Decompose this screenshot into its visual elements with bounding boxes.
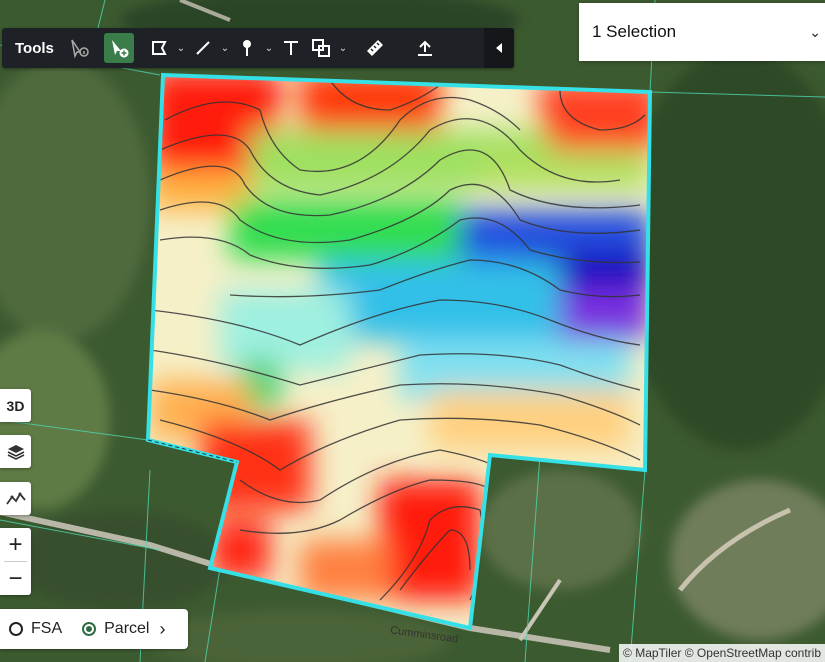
parcel-radio[interactable]: [82, 622, 97, 636]
shape-caret[interactable]: ⌄: [336, 33, 350, 63]
upload-button[interactable]: [410, 33, 440, 63]
map-canvas[interactable]: [0, 0, 825, 662]
ruler-icon: [366, 40, 383, 56]
3d-toggle-button[interactable]: 3D: [0, 389, 31, 422]
add-select-icon: [111, 40, 129, 58]
shape-icon: [311, 39, 330, 57]
selection-dropdown[interactable]: 1 Selection ⌄: [579, 3, 825, 61]
text-tool-button[interactable]: [276, 33, 306, 63]
polygon-caret[interactable]: ⌄: [174, 33, 188, 63]
line-caret[interactable]: ⌄: [218, 33, 232, 63]
text-icon: [283, 41, 298, 55]
layers-icon: [7, 444, 24, 460]
ruler-tool-button[interactable]: [360, 33, 390, 63]
map-attribution[interactable]: © MapTiler © OpenStreetMap contrib: [619, 644, 825, 662]
elevation-profile-button[interactable]: [0, 482, 31, 515]
pin-tool-button[interactable]: [232, 33, 262, 63]
zoom-controls: + −: [0, 528, 31, 595]
toolbar-collapse-button[interactable]: [484, 28, 514, 68]
fsa-radio[interactable]: [9, 622, 23, 636]
tools-label: Tools: [15, 39, 54, 57]
line-icon: [196, 41, 210, 55]
shape-tool-button[interactable]: [306, 33, 336, 63]
selection-label: 1 Selection: [592, 22, 677, 41]
tools-toolbar: Tools ⌄ ⌄ ⌄ ⌄: [2, 28, 514, 68]
polygon-tool-button[interactable]: [144, 33, 174, 63]
layer-toggle: FSA Parcel ›: [0, 609, 188, 649]
add-select-button[interactable]: [103, 33, 134, 63]
polygon-icon: [151, 41, 167, 55]
upload-icon: [417, 40, 432, 56]
3d-label: 3D: [6, 397, 25, 414]
line-tool-button[interactable]: [188, 33, 218, 63]
zoom-in-button[interactable]: +: [0, 528, 31, 561]
chevron-down-icon: ⌄: [809, 23, 821, 40]
chevron-right-icon[interactable]: ›: [159, 619, 165, 640]
info-pointer-icon: [71, 39, 89, 59]
pin-caret[interactable]: ⌄: [262, 33, 276, 63]
layers-button[interactable]: [0, 435, 31, 468]
fsa-label[interactable]: FSA: [31, 620, 62, 638]
parcel-label[interactable]: Parcel: [104, 620, 149, 638]
pin-icon: [242, 40, 251, 56]
elevation-icon: [5, 491, 26, 505]
zoom-out-button[interactable]: −: [0, 562, 31, 595]
info-pointer-button[interactable]: [64, 33, 94, 63]
caret-left-icon: [496, 43, 502, 53]
